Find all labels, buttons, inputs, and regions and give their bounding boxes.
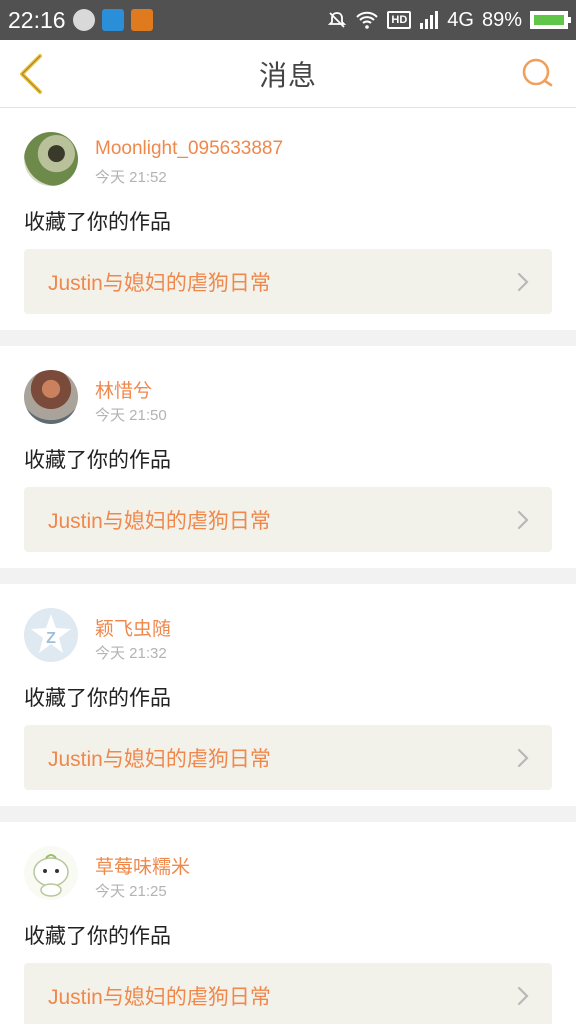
message-card: 草莓味糯米 今天 21:25 收藏了你的作品 Justin与媳妇的虐狗日常 bbox=[0, 822, 576, 1024]
chevron-right-icon bbox=[517, 748, 529, 768]
work-title: Justin与媳妇的虐狗日常 bbox=[48, 271, 271, 295]
chevron-right-icon bbox=[517, 272, 529, 292]
username[interactable]: 草莓味糯米 bbox=[95, 852, 190, 879]
battery-icon bbox=[530, 11, 571, 29]
username[interactable]: 颖飞虫随 bbox=[95, 614, 171, 641]
chevron-right-icon bbox=[517, 986, 529, 1006]
avatar[interactable] bbox=[24, 132, 78, 186]
message-time: 今天 21:25 bbox=[95, 883, 167, 900]
signal-icon bbox=[420, 11, 439, 29]
message-action: 收藏了你的作品 bbox=[24, 448, 171, 472]
work-title: Justin与媳妇的虐狗日常 bbox=[48, 747, 271, 771]
message-card: Moonlight_095633887 今天 21:52 收藏了你的作品 Jus… bbox=[0, 108, 576, 330]
battery-percent: 89% bbox=[481, 8, 522, 31]
cartoon-avatar-icon bbox=[33, 854, 69, 897]
work-link[interactable]: Justin与媳妇的虐狗日常 bbox=[24, 725, 552, 790]
svg-text:Z: Z bbox=[46, 630, 56, 647]
chevron-right-icon bbox=[517, 510, 529, 530]
message-action: 收藏了你的作品 bbox=[24, 924, 171, 948]
mute-icon bbox=[328, 12, 347, 28]
work-link[interactable]: Justin与媳妇的虐狗日常 bbox=[24, 249, 552, 314]
network-type: 4G bbox=[447, 8, 474, 31]
message-app-icon bbox=[130, 9, 153, 31]
search-icon[interactable] bbox=[518, 54, 558, 94]
wifi-icon bbox=[356, 11, 379, 29]
message-time: 今天 21:52 bbox=[95, 169, 167, 186]
work-title: Justin与媳妇的虐狗日常 bbox=[48, 985, 271, 1009]
page-title: 消息 bbox=[258, 58, 317, 92]
status-time: 22:16 bbox=[8, 6, 66, 33]
avatar[interactable] bbox=[24, 370, 78, 424]
avatar[interactable] bbox=[24, 846, 78, 900]
message-list: Moonlight_095633887 今天 21:52 收藏了你的作品 Jus… bbox=[0, 108, 576, 1024]
username[interactable]: 林惜兮 bbox=[95, 376, 152, 403]
message-time: 今天 21:32 bbox=[95, 645, 167, 662]
work-title: Justin与媳妇的虐狗日常 bbox=[48, 509, 271, 533]
work-link[interactable]: Justin与媳妇的虐狗日常 bbox=[24, 963, 552, 1024]
avatar[interactable]: Z bbox=[24, 608, 78, 662]
message-card: 林惜兮 今天 21:50 收藏了你的作品 Justin与媳妇的虐狗日常 bbox=[0, 346, 576, 568]
cat-app-icon bbox=[72, 9, 95, 31]
work-link[interactable]: Justin与媳妇的虐狗日常 bbox=[24, 487, 552, 552]
default-avatar-icon: Z bbox=[31, 614, 71, 653]
message-action: 收藏了你的作品 bbox=[24, 210, 171, 234]
hd-badge: HD bbox=[387, 11, 412, 29]
back-arrow-icon[interactable] bbox=[12, 50, 52, 98]
message-time: 今天 21:50 bbox=[95, 407, 167, 424]
header-bar: 消息 bbox=[0, 40, 576, 108]
message-action: 收藏了你的作品 bbox=[24, 686, 171, 710]
message-card: Z 颖飞虫随 今天 21:32 收藏了你的作品 Justin与媳妇的虐狗日常 bbox=[0, 584, 576, 806]
screenshot-app-icon bbox=[101, 9, 124, 31]
username[interactable]: Moonlight_095633887 bbox=[95, 138, 283, 160]
status-bar: 22:16 HD 4G 89% bbox=[0, 0, 576, 40]
